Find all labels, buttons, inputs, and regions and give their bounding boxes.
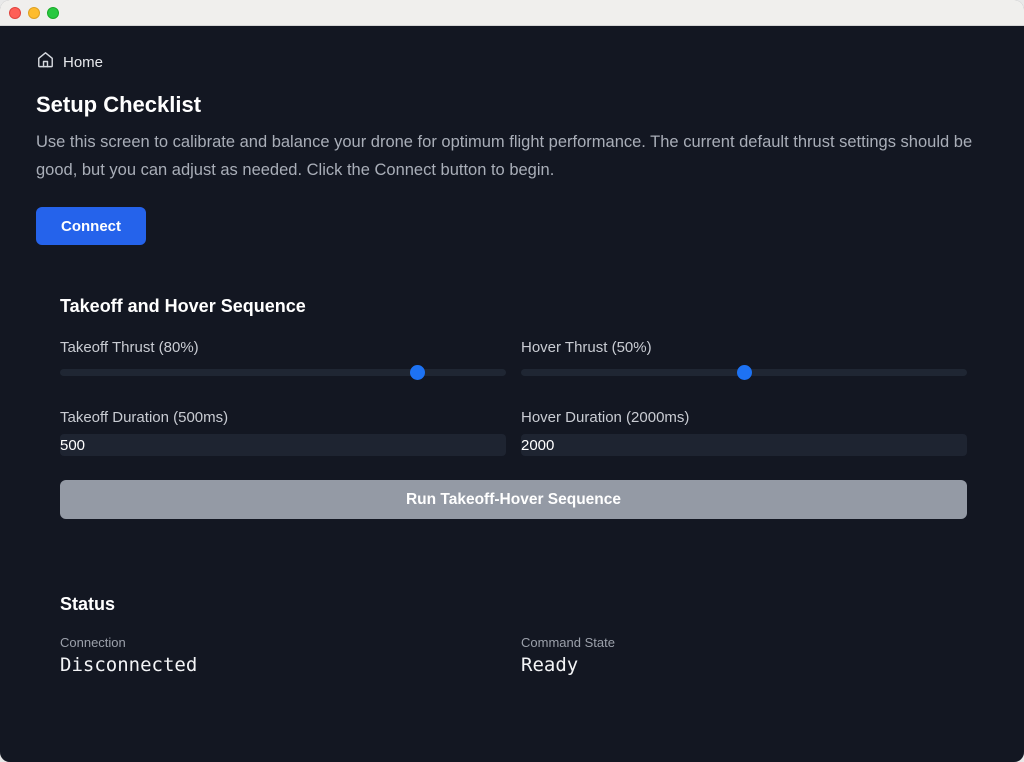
connection-label: Connection [60, 635, 126, 650]
hover-thrust-slider[interactable] [521, 364, 967, 380]
slider-thumb[interactable] [737, 365, 752, 380]
breadcrumb[interactable]: Home [36, 52, 103, 72]
sequence-section-title: Takeoff and Hover Sequence [60, 296, 306, 316]
minimize-window-button[interactable] [28, 7, 40, 19]
main-content: Home Setup Checklist Use this screen to … [0, 26, 1024, 762]
hover-duration-label: Hover Duration (2000ms) [521, 409, 690, 426]
title-bar [0, 0, 1024, 26]
zoom-window-button[interactable] [47, 7, 59, 19]
close-window-button[interactable] [9, 7, 21, 19]
hover-thrust-label: Hover Thrust (50%) [521, 339, 652, 356]
takeoff-thrust-label: Takeoff Thrust (80%) [60, 339, 199, 356]
status-section-title: Status [60, 594, 116, 614]
hover-duration-input[interactable] [521, 434, 967, 456]
connection-value: Disconnected [60, 654, 198, 676]
home-icon [36, 50, 55, 74]
page-title: Setup Checklist [36, 92, 202, 117]
slider-track [60, 369, 506, 376]
takeoff-duration-label: Takeoff Duration (500ms) [60, 409, 229, 426]
takeoff-thrust-slider[interactable] [60, 364, 506, 380]
app-window: Home Setup Checklist Use this screen to … [0, 0, 1024, 762]
connect-button[interactable]: Connect [36, 207, 146, 245]
slider-thumb[interactable] [409, 365, 425, 380]
page-description: Use this screen to calibrate and balance… [36, 133, 973, 179]
breadcrumb-home-link[interactable]: Home [63, 54, 103, 71]
run-sequence-button[interactable]: Run Takeoff-Hover Sequence [60, 480, 967, 519]
takeoff-duration-input[interactable] [60, 434, 506, 456]
command-state-label: Command State [521, 635, 615, 650]
command-state-value: Ready [521, 654, 579, 676]
